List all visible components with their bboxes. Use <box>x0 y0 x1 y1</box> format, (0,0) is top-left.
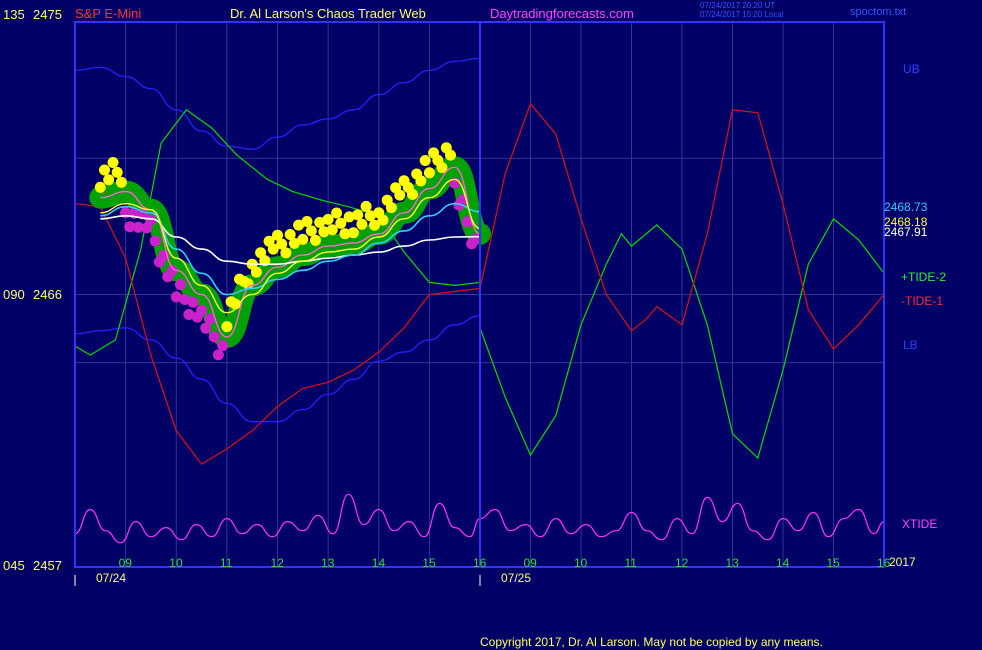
x-tick-day1-11: 11 <box>220 556 233 570</box>
x-tick-day2-16: 16 <box>877 556 891 570</box>
x-tick-day2-09: 09 <box>524 556 538 570</box>
price-dot-8-1 <box>301 216 313 227</box>
price-dot-8-3 <box>310 234 321 246</box>
price-dot-9-2 <box>331 207 343 219</box>
file-name: spoctom.txt <box>850 6 906 18</box>
price-dots <box>94 142 482 361</box>
y-label-mid-left: 090 <box>3 287 25 302</box>
x-tick-day1-10: 10 <box>169 556 183 570</box>
price-dot-11-1 <box>377 214 389 226</box>
label-lower-band: LB <box>903 338 918 352</box>
price-dot-8-0 <box>297 233 309 245</box>
x-tick-day2-10: 10 <box>574 556 588 570</box>
x-tick-day2-12: 12 <box>675 556 689 570</box>
x-tick-day1-12: 12 <box>271 556 285 570</box>
price-dot-2-1 <box>149 235 161 247</box>
price-dot-11-5 <box>394 189 406 201</box>
site-name: Dr. Al Larson's Chaos Trader Web <box>230 6 426 21</box>
symbol-label: S&P E-Mini <box>75 6 141 21</box>
price-dot-6-1 <box>250 266 262 278</box>
copyright: Copyright 2017, Dr. Al Larson. May not b… <box>480 635 823 649</box>
price-dot-4-3 <box>208 331 220 343</box>
price-dot-0-1 <box>99 164 110 176</box>
y-label-mid-right: 2466 <box>33 287 62 302</box>
price-dot-0-5 <box>115 176 127 188</box>
x-tick-day1-15: 15 <box>422 556 436 570</box>
x-tick-day1-13: 13 <box>321 556 335 570</box>
price-dot-13-0 <box>423 167 435 179</box>
price-dot-4-0 <box>196 304 208 316</box>
price-dot-7-2 <box>280 247 292 259</box>
label-upper-band: UB <box>903 62 920 76</box>
price-dot-12-4 <box>415 175 427 187</box>
price-dot-10-2 <box>356 218 368 230</box>
price-dot-4-5 <box>217 340 229 352</box>
y-label-bottom-right: 2457 <box>33 558 62 573</box>
price-dot-11-3 <box>385 202 397 214</box>
price-dot-12-2 <box>407 188 418 200</box>
year-label: 2017 <box>889 555 916 569</box>
chart: 135 2475 S&P E-Mini Dr. Al Larson's Chao… <box>3 1 946 649</box>
y-label-top-left: 135 <box>3 7 25 22</box>
x-tick-day2-13: 13 <box>726 556 740 570</box>
label-tide2: +TIDE-2 <box>901 270 946 284</box>
price-dot-0-3 <box>107 157 119 168</box>
price-dot-5-0 <box>221 321 233 333</box>
price-dot-12-5 <box>419 155 431 166</box>
date-label-day2: 07/25 <box>501 571 531 585</box>
y-label-bottom-left: 045 <box>3 558 25 573</box>
price-dot-10-0 <box>347 227 359 239</box>
price-dot-8-2 <box>305 225 317 237</box>
x-tick-day2-15: 15 <box>827 556 841 570</box>
x-tick-day1-09: 09 <box>119 556 133 570</box>
value-mid-ma: 2468.73 <box>884 200 928 214</box>
price-dot-10-1 <box>352 209 364 221</box>
price-dot-10-3 <box>360 200 372 212</box>
x-tick-day1-16: 16 <box>473 556 487 570</box>
timestamp-ut: 07/24/2017 20:20 UT <box>700 1 775 10</box>
label-tide1: -TIDE-1 <box>901 294 943 308</box>
y-label-top-right: 2475 <box>33 7 62 22</box>
site-url[interactable]: Daytradingforecasts.com <box>490 6 634 21</box>
price-dot-0-4 <box>111 166 123 178</box>
price-dot-0-0 <box>94 181 106 193</box>
price-dot-0-2 <box>103 174 115 186</box>
price-dot-13-5 <box>445 149 456 161</box>
price-dot-3-1 <box>175 279 186 291</box>
x-tick-day2-11: 11 <box>625 556 638 570</box>
date-label-day1: 07/24 <box>96 571 126 585</box>
price-dot-3-4 <box>187 296 199 308</box>
label-xtide: XTIDE <box>902 517 937 531</box>
timestamp-local: 07/24/2017 15:20 Local <box>700 10 784 19</box>
value-slow-ma: 2467.91 <box>884 225 928 239</box>
x-tick-day1-14: 14 <box>372 556 386 570</box>
x-tick-day2-14: 14 <box>776 556 790 570</box>
